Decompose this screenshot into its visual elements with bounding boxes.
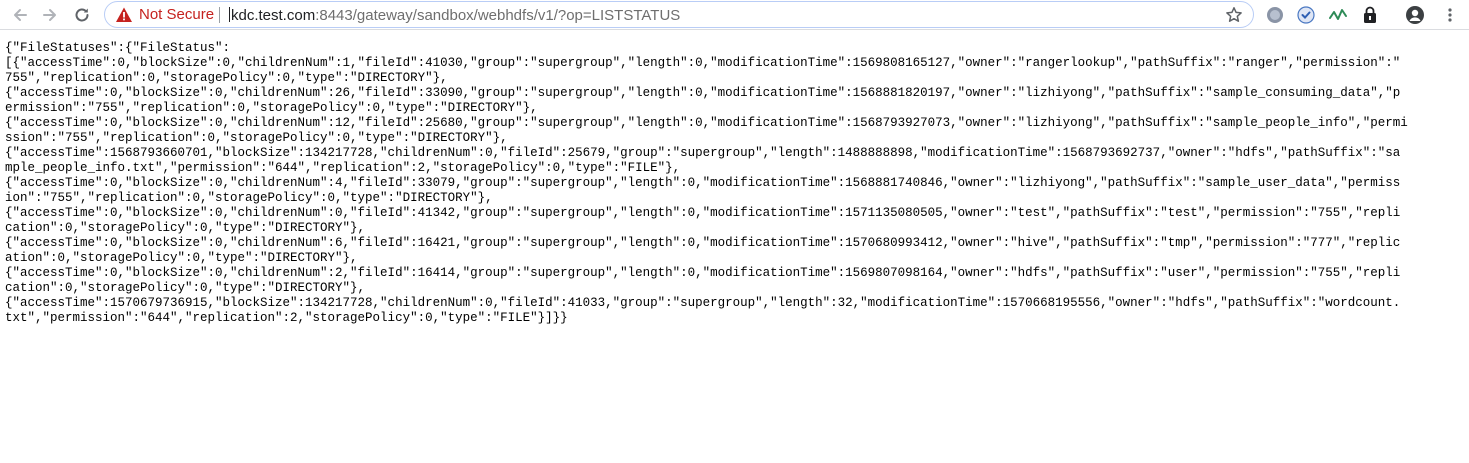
address-bar[interactable]: Not Secure kdc.test.com:8443/gateway/san… bbox=[104, 1, 1254, 28]
forward-arrow-icon[interactable] bbox=[38, 3, 62, 27]
url-text[interactable]: kdc.test.com:8443/gateway/sandbox/webhdf… bbox=[229, 7, 680, 24]
json-line: mple_people_info.txt","permission":"644"… bbox=[5, 161, 681, 175]
url-path: :8443/gateway/sandbox/webhdfs/v1/?op=LIS… bbox=[315, 7, 681, 24]
json-line: ation":0,"storagePolicy":0,"type":"DIREC… bbox=[5, 251, 358, 265]
json-line: cation":0,"storagePolicy":0,"type":"DIRE… bbox=[5, 221, 366, 235]
json-line: {"FileStatuses":{"FileStatus": bbox=[5, 41, 231, 55]
json-line: {"accessTime":0,"blockSize":0,"childrenN… bbox=[5, 266, 1401, 280]
json-line: {"accessTime":0,"blockSize":0,"childrenN… bbox=[5, 86, 1401, 100]
json-line: txt","permission":"644","replication":2,… bbox=[5, 311, 568, 325]
warning-triangle-icon[interactable] bbox=[115, 6, 133, 24]
menu-dots-icon[interactable] bbox=[1440, 5, 1460, 25]
address-separator bbox=[219, 7, 220, 23]
text-caret bbox=[229, 7, 230, 22]
json-line: {"accessTime":0,"blockSize":0,"childrenN… bbox=[5, 176, 1401, 190]
reload-icon[interactable] bbox=[70, 3, 94, 27]
json-line: ssion":"755","replication":0,"storagePol… bbox=[5, 131, 508, 145]
json-line: [{"accessTime":0,"blockSize":0,"children… bbox=[5, 56, 1401, 70]
url-host: kdc.test.com bbox=[231, 7, 316, 24]
extension-circle-icon[interactable] bbox=[1265, 5, 1285, 25]
json-line: 755","replication":0,"storagePolicy":0,"… bbox=[5, 71, 448, 85]
back-arrow-icon[interactable] bbox=[8, 3, 32, 27]
profile-icon[interactable] bbox=[1405, 5, 1425, 25]
extension-wave-icon[interactable] bbox=[1328, 5, 1348, 25]
json-line: {"accessTime":0,"blockSize":0,"childrenN… bbox=[5, 206, 1401, 220]
json-line: {"accessTime":1570679736915,"blockSize":… bbox=[5, 296, 1401, 310]
security-status-label[interactable]: Not Secure bbox=[139, 7, 214, 23]
browser-toolbar: Not Secure kdc.test.com:8443/gateway/san… bbox=[0, 0, 1469, 30]
json-line: {"accessTime":0,"blockSize":0,"childrenN… bbox=[5, 236, 1401, 250]
json-line: ion":"755","replication":0,"storagePolic… bbox=[5, 191, 493, 205]
star-icon[interactable] bbox=[1225, 6, 1243, 24]
json-line: {"accessTime":1568793660701,"blockSize":… bbox=[5, 146, 1401, 160]
json-line: ermission":"755","replication":0,"storag… bbox=[5, 101, 538, 115]
extension-shield-icon[interactable] bbox=[1296, 5, 1316, 25]
json-line: cation":0,"storagePolicy":0,"type":"DIRE… bbox=[5, 281, 366, 295]
json-line: {"accessTime":0,"blockSize":0,"childrenN… bbox=[5, 116, 1408, 130]
extension-lock-icon[interactable] bbox=[1360, 5, 1380, 25]
json-response-body: {"FileStatuses":{"FileStatus": [{"accessT… bbox=[5, 41, 1460, 326]
